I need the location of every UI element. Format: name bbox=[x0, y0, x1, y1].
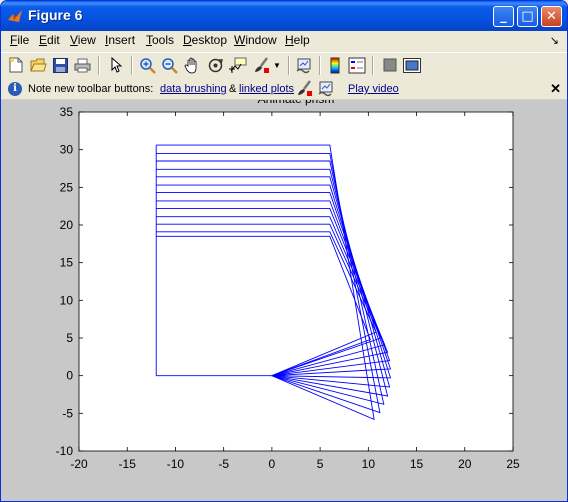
maximize-button[interactable]: □ bbox=[517, 6, 538, 27]
menu-view[interactable]: View bbox=[70, 33, 96, 47]
link-plot-icon[interactable] bbox=[295, 56, 313, 74]
x-tick-label: 25 bbox=[506, 457, 520, 471]
menu-insert[interactable]: Insert bbox=[105, 33, 135, 47]
close-infobar-icon[interactable]: ✕ bbox=[550, 81, 561, 97]
print-icon[interactable] bbox=[73, 56, 91, 74]
info-icon: i bbox=[8, 82, 22, 96]
dropdown-arrow-icon[interactable]: ▼ bbox=[272, 56, 282, 74]
x-tick-label: 20 bbox=[458, 457, 472, 471]
window-title: Figure 6 bbox=[28, 7, 83, 23]
play-video-link[interactable]: Play video bbox=[348, 83, 399, 95]
axes-background bbox=[79, 112, 513, 451]
title-bar[interactable]: Figure 6 _ □ ✕ bbox=[1, 1, 567, 31]
data-cursor-icon[interactable] bbox=[229, 56, 247, 74]
show-plot-tools-icon[interactable] bbox=[403, 56, 421, 74]
figure-window: Figure 6 _ □ ✕ File Edit View Insert Too… bbox=[0, 0, 568, 502]
menu-desktop[interactable]: Desktop bbox=[183, 33, 227, 47]
y-tick-label: 15 bbox=[60, 256, 74, 270]
figure-toolbar: ▼ bbox=[1, 52, 567, 80]
save-icon[interactable] bbox=[51, 56, 69, 74]
info-message: Note new toolbar buttons: bbox=[28, 83, 154, 95]
linked-plots-link[interactable]: linked plots bbox=[239, 83, 294, 95]
new-file-icon[interactable] bbox=[7, 56, 25, 74]
y-tick-label: 25 bbox=[60, 180, 74, 194]
x-tick-label: -15 bbox=[119, 457, 137, 471]
x-tick-label: -20 bbox=[70, 457, 88, 471]
matlab-logo-icon bbox=[8, 10, 22, 22]
chart-title: Animate prism bbox=[258, 100, 335, 106]
menu-tools[interactable]: Tools bbox=[146, 33, 174, 47]
brush-icon[interactable] bbox=[252, 56, 270, 74]
rotate-3d-icon[interactable] bbox=[206, 56, 224, 74]
y-tick-label: 0 bbox=[66, 369, 73, 383]
menu-window[interactable]: Window bbox=[234, 33, 277, 47]
menu-help[interactable]: Help bbox=[285, 33, 310, 47]
menu-edit[interactable]: Edit bbox=[39, 33, 60, 47]
y-tick-label: 10 bbox=[60, 293, 74, 307]
x-tick-label: 15 bbox=[410, 457, 424, 471]
y-tick-label: -5 bbox=[62, 406, 73, 420]
y-tick-label: 30 bbox=[60, 143, 74, 157]
brush-icon bbox=[296, 80, 313, 100]
x-tick-label: 10 bbox=[362, 457, 376, 471]
open-folder-icon[interactable] bbox=[29, 56, 47, 74]
x-tick-label: 0 bbox=[269, 457, 276, 471]
info-ampersand: & bbox=[229, 83, 237, 95]
data-brushing-link[interactable]: data brushing bbox=[160, 83, 227, 95]
x-tick-label: -5 bbox=[218, 457, 229, 471]
figure-canvas: Animate prism -20 -15 -10 -5 0 5 10 15 20 25 -10 -5 0… bbox=[1, 100, 567, 501]
legend-icon[interactable] bbox=[348, 56, 366, 74]
select-arrow-icon[interactable] bbox=[107, 56, 125, 74]
menu-bar: File Edit View Insert Tools Desktop Wind… bbox=[1, 31, 567, 51]
info-bar: i Note new toolbar buttons: data brushin… bbox=[1, 79, 567, 100]
y-tick-label: -10 bbox=[56, 444, 74, 458]
minimize-button[interactable]: _ bbox=[493, 6, 514, 27]
pan-hand-icon[interactable] bbox=[183, 56, 201, 74]
zoom-out-icon[interactable] bbox=[160, 56, 178, 74]
dock-arrow-icon[interactable]: ↘ bbox=[550, 34, 559, 47]
close-button[interactable]: ✕ bbox=[541, 6, 562, 27]
y-tick-label: 35 bbox=[60, 105, 74, 119]
x-tick-label: -10 bbox=[167, 457, 185, 471]
plot-svg: Animate prism -20 -15 -10 -5 0 5 10 15 20 25 -10 -5 0… bbox=[56, 100, 520, 471]
link-plot-icon bbox=[317, 80, 335, 100]
colorbar-icon[interactable] bbox=[326, 56, 344, 74]
menu-file[interactable]: File bbox=[10, 33, 29, 47]
y-tick-label: 5 bbox=[66, 331, 73, 345]
hide-plot-tools-icon[interactable] bbox=[381, 56, 399, 74]
zoom-in-icon[interactable] bbox=[138, 56, 156, 74]
y-tick-label: 20 bbox=[60, 218, 74, 232]
x-tick-label: 5 bbox=[317, 457, 324, 471]
